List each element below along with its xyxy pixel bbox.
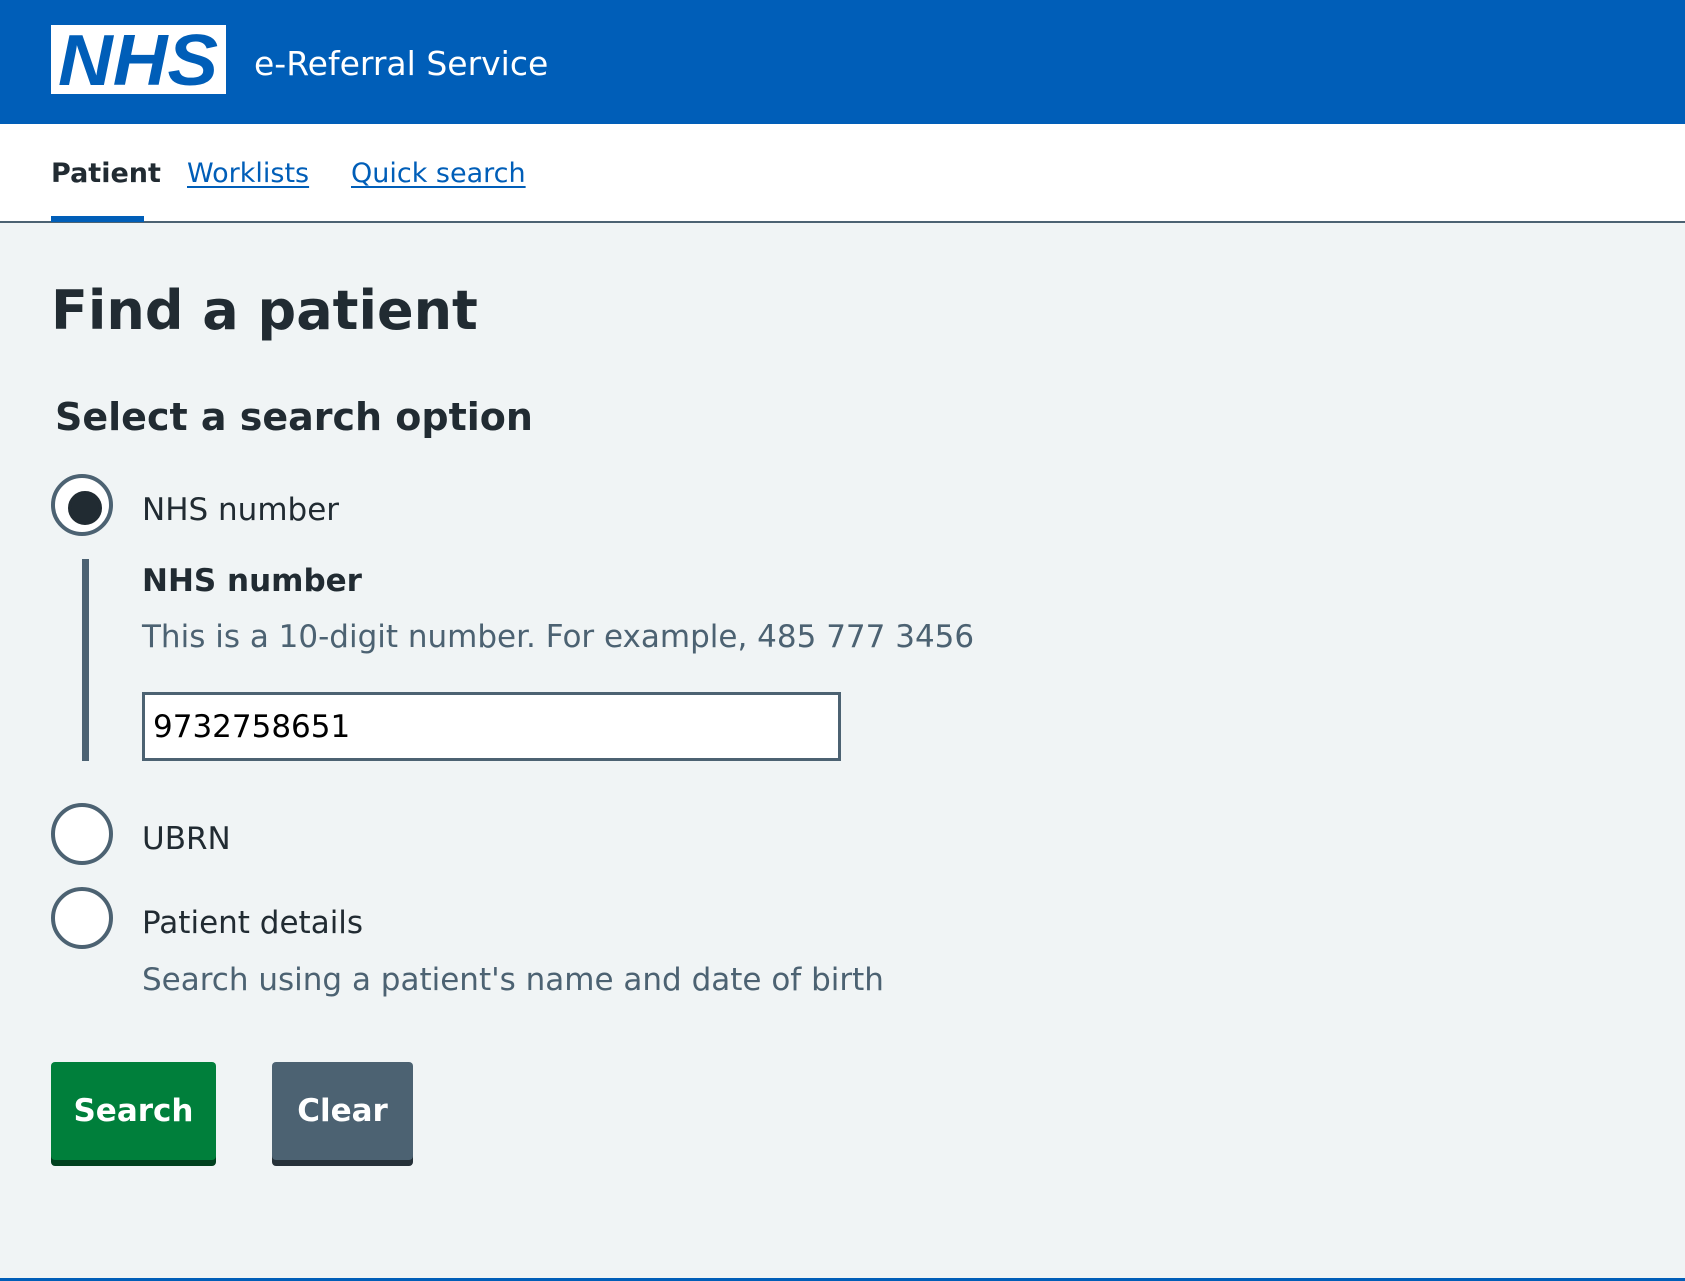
- nhs-number-hint: This is a 10-digit number. For example, …: [142, 619, 975, 655]
- conditional-reveal-bar: [82, 559, 89, 761]
- radio-ubrn[interactable]: [51, 803, 113, 865]
- service-name[interactable]: e-Referral Service: [254, 44, 548, 84]
- radio-selected-dot: [68, 491, 102, 525]
- nhs-logo-icon: NHS: [58, 25, 218, 94]
- radio-nhs-number[interactable]: [51, 474, 113, 536]
- nav-active-indicator: [51, 216, 144, 222]
- patient-details-hint: Search using a patient's name and date o…: [142, 962, 884, 998]
- nav-item-quick-search[interactable]: Quick search: [351, 154, 526, 194]
- site-header: NHS e-Referral Service: [0, 0, 1685, 124]
- logo-text: NHS: [58, 25, 218, 94]
- nav-item-worklists[interactable]: Worklists: [187, 154, 309, 194]
- search-button[interactable]: Search: [51, 1062, 216, 1160]
- radio-patient-details[interactable]: [51, 887, 113, 949]
- radio-label-patient-details[interactable]: Patient details: [142, 903, 363, 943]
- search-option-legend: Select a search option: [55, 395, 533, 439]
- nhs-logo[interactable]: NHS: [51, 25, 226, 94]
- nav-item-patient[interactable]: Patient: [51, 154, 161, 194]
- page-title: Find a patient: [51, 279, 478, 342]
- nhs-number-field-label: NHS number: [142, 563, 362, 599]
- nhs-number-input[interactable]: [142, 692, 841, 761]
- radio-label-ubrn[interactable]: UBRN: [142, 819, 231, 859]
- radio-label-nhs-number[interactable]: NHS number: [142, 490, 339, 530]
- primary-navigation: Patient Worklists Quick search: [0, 124, 1685, 223]
- clear-button[interactable]: Clear: [272, 1062, 413, 1160]
